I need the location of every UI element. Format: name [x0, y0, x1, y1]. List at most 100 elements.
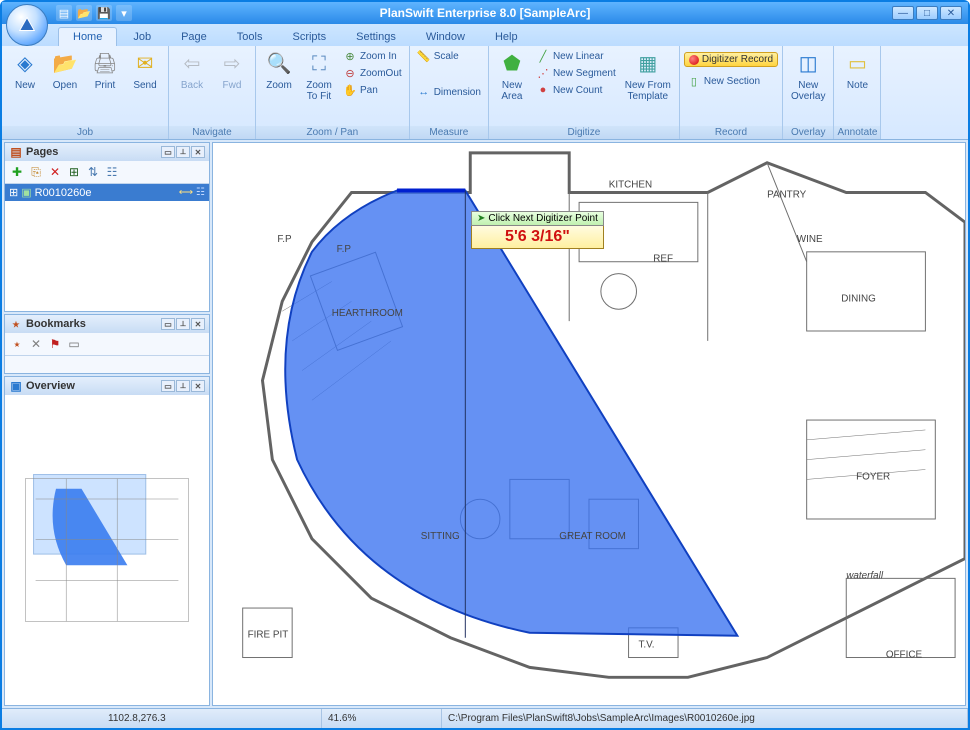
overview-pin-button[interactable]: ⟂ [176, 380, 190, 392]
pages-export-button[interactable]: ⊞ [66, 164, 82, 180]
new-linear-button[interactable]: ╱New Linear [533, 48, 619, 64]
pages-sort-button[interactable]: ⇅ [85, 164, 101, 180]
dimension-button[interactable]: ↔Dimension [414, 84, 484, 100]
print-button[interactable]: 🖨Print [86, 48, 124, 93]
tab-help[interactable]: Help [481, 28, 532, 46]
note-button[interactable]: ▭Note [838, 48, 876, 93]
bookmarks-add-button[interactable]: ⭑ [9, 336, 25, 352]
tab-tools[interactable]: Tools [223, 28, 277, 46]
new-overlay-button[interactable]: ◫New Overlay [787, 48, 829, 104]
ribbon: ◈New 📂Open 🖨Print ✉Send Job ⇦Back ⇨Fwd N… [2, 46, 968, 140]
group-overlay-label: Overlay [783, 126, 833, 139]
title-bar: ▤ 📂 💾 ▾ PlanSwift Enterprise 8.0 [Sample… [2, 2, 968, 24]
bookmarks-panel: ⭑ Bookmarks ▭ ⟂ ✕ ⭑ ✕ ⚑ ▭ [4, 314, 210, 374]
main-canvas[interactable]: KITCHEN PANTRY DINING HEARTHROOM SITTING… [212, 142, 966, 706]
group-record-label: Record [680, 126, 782, 139]
label-foyer: FOYER [856, 471, 890, 482]
status-path: C:\Program Files\PlanSwift8\Jobs\SampleA… [442, 709, 968, 728]
new-count-icon: ● [536, 83, 550, 97]
label-office: OFFICE [886, 650, 923, 661]
new-count-button[interactable]: ●New Count [533, 82, 619, 98]
page-item-measure-icon[interactable]: ⟷ [179, 187, 193, 198]
app-orb-button[interactable] [6, 4, 48, 46]
fwd-button[interactable]: ⇨Fwd [213, 48, 251, 93]
pages-panel: ▤ Pages ▭ ⟂ ✕ ✚ ⎘ ✕ ⊞ ⇅ ☷ [4, 142, 210, 312]
fwd-arrow-icon: ⇨ [218, 50, 246, 78]
group-job-label: Job [2, 126, 168, 139]
bookmarks-pin-button[interactable]: ⟂ [176, 318, 190, 330]
bookmarks-goto-button[interactable]: ▭ [66, 336, 82, 352]
open-button[interactable]: 📂Open [46, 48, 84, 93]
open-folder-icon: 📂 [51, 50, 79, 78]
digitizer-record-button[interactable]: Digitizer Record [684, 52, 778, 67]
pan-button[interactable]: ✋Pan [340, 82, 405, 98]
label-greatroom: GREAT ROOM [559, 531, 626, 542]
label-hearthroom: HEARTHROOM [332, 308, 403, 319]
pages-tree-item[interactable]: ⊞ ▣ R0010260e ⟷ ☷ [5, 184, 209, 201]
tab-scripts[interactable]: Scripts [278, 28, 340, 46]
new-area-button[interactable]: ⬟New Area [493, 48, 531, 104]
new-segment-button[interactable]: ⋰New Segment [533, 65, 619, 81]
tooltip-hint: Click Next Digitizer Point [488, 213, 597, 224]
zoom-button[interactable]: 🔍Zoom [260, 48, 298, 93]
label-tv: T.V. [638, 640, 654, 651]
page-item-label: R0010260e [35, 187, 92, 199]
qat-save-button[interactable]: 💾 [96, 5, 112, 21]
tab-page[interactable]: Page [167, 28, 221, 46]
qat-open-button[interactable]: 📂 [76, 5, 92, 21]
scale-button[interactable]: 📏Scale [414, 48, 484, 64]
maximize-button[interactable]: □ [916, 6, 938, 20]
template-icon: ▦ [634, 50, 662, 78]
bookmarks-flag-button[interactable]: ⚑ [47, 336, 63, 352]
tab-home[interactable]: Home [58, 27, 117, 46]
group-measure-label: Measure [410, 126, 488, 139]
zoom-to-fit-button[interactable]: ⛶Zoom To Fit [300, 48, 338, 104]
bookmarks-dock-button[interactable]: ▭ [161, 318, 175, 330]
pages-dock-button[interactable]: ▭ [161, 146, 175, 158]
new-button[interactable]: ◈New [6, 48, 44, 93]
new-area-icon: ⬟ [498, 50, 526, 78]
pages-pin-button[interactable]: ⟂ [176, 146, 190, 158]
page-item-props-icon[interactable]: ☷ [196, 187, 205, 198]
zoom-out-button[interactable]: ⊖ZoomOut [340, 65, 405, 81]
overview-dock-button[interactable]: ▭ [161, 380, 175, 392]
bookmarks-close-button[interactable]: ✕ [191, 318, 205, 330]
overview-close-button[interactable]: ✕ [191, 380, 205, 392]
label-fp1: F.P [277, 234, 292, 245]
tree-expand-icon[interactable]: ⊞ [9, 186, 18, 199]
tab-job[interactable]: Job [119, 28, 165, 46]
close-button[interactable]: ✕ [940, 6, 962, 20]
qat-more-button[interactable]: ▾ [116, 5, 132, 21]
group-digitize-label: Digitize [489, 126, 679, 139]
minimize-button[interactable]: — [892, 6, 914, 20]
dimension-icon: ↔ [417, 85, 431, 99]
print-icon: 🖨 [91, 50, 119, 78]
tab-window[interactable]: Window [412, 28, 479, 46]
tab-settings[interactable]: Settings [342, 28, 410, 46]
pages-delete-button[interactable]: ✕ [47, 164, 63, 180]
bookmarks-delete-button[interactable]: ✕ [28, 336, 44, 352]
pages-title: Pages [26, 146, 58, 158]
overview-panel: ▣ Overview ▭ ⟂ ✕ [4, 376, 210, 706]
zoom-in-button[interactable]: ⊕Zoom In [340, 48, 405, 64]
overlay-icon: ◫ [794, 50, 822, 78]
back-button[interactable]: ⇦Back [173, 48, 211, 93]
new-section-button[interactable]: ▯New Section [684, 73, 778, 89]
group-zoompan-label: Zoom / Pan [256, 126, 409, 139]
qat-new-button[interactable]: ▤ [56, 5, 72, 21]
pages-copy-button[interactable]: ⎘ [28, 164, 44, 180]
pages-props-button[interactable]: ☷ [104, 164, 120, 180]
new-from-template-button[interactable]: ▦New From Template [621, 48, 675, 104]
send-button[interactable]: ✉Send [126, 48, 164, 93]
pages-add-button[interactable]: ✚ [9, 164, 25, 180]
zoom-in-icon: ⊕ [343, 49, 357, 63]
new-icon: ◈ [11, 50, 39, 78]
new-linear-icon: ╱ [536, 49, 550, 63]
overview-title: Overview [26, 380, 75, 392]
overview-canvas[interactable] [5, 395, 209, 705]
page-image-icon: ▣ [21, 186, 31, 199]
pages-close-button[interactable]: ✕ [191, 146, 205, 158]
label-sitting: SITTING [421, 531, 460, 542]
label-ref: REF [653, 254, 673, 265]
note-icon: ▭ [843, 50, 871, 78]
